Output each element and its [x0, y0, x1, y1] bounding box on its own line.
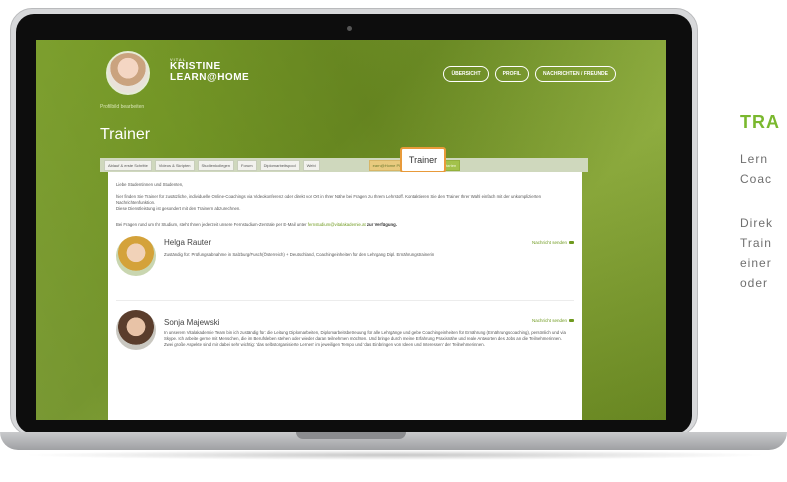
laptop-screen: Profilbild bearbeiten VITAL KRISTINE LEA… [36, 40, 666, 420]
trainer-name-helga: Helga Rauter [164, 238, 212, 247]
intro-text-1: hier finden Sie Trainer für zusätzliche,… [116, 194, 542, 206]
trainer-photo-sonja [116, 310, 156, 350]
tab-bar: Ablauf & erste Schritte Videos & Skripte… [100, 158, 588, 172]
send-message-sonja[interactable]: Nachricht senden [532, 318, 574, 323]
side-heading: TRA [740, 112, 780, 132]
nav-overview-button[interactable]: ÜBERSICHT [443, 66, 489, 82]
laptop-notch [296, 432, 406, 439]
trainer-name-sonja: Sonja Majewski [164, 318, 220, 327]
intro-contact-pre: Bei Fragen rund um Ihr Studium, steht Ih… [116, 222, 307, 227]
send-message-label: Nachricht senden [531, 318, 567, 323]
trainer-description-sonja: In unserem Vitalakademie Team bin ich zu… [164, 330, 566, 348]
side-text-line: einer [740, 256, 772, 270]
tab-diplomarbeitspool[interactable]: Diplomarbeitspool [259, 159, 300, 171]
message-icon [569, 319, 574, 322]
laptop-shadow [20, 450, 770, 460]
tab-trainer-active[interactable]: Trainer [400, 147, 446, 173]
contact-email-link[interactable]: fernstudium@vitalakademie.at [308, 222, 366, 227]
side-text-line: Lern [740, 152, 769, 166]
send-message-label: Nachricht senden [531, 240, 567, 245]
camera-icon [347, 26, 352, 31]
content-panel: Liebe Studentinnen und Studenten, hier f… [108, 172, 582, 420]
intro-contact-post: zur Verfügung. [366, 222, 397, 227]
intro-paragraph: hier finden Sie Trainer für zusätzliche,… [116, 194, 574, 213]
intro-greeting: Liebe Studentinnen und Studenten, [116, 182, 184, 187]
side-text-line: Coac [740, 172, 773, 186]
message-icon [569, 241, 574, 244]
intro-contact: Bei Fragen rund um Ihr Studium, steht Ih… [116, 222, 574, 228]
marketing-stage: Profilbild bearbeiten VITAL KRISTINE LEA… [0, 0, 787, 482]
side-text-line: Direk [740, 216, 774, 230]
tab-webinare[interactable]: Webi [302, 159, 320, 171]
nav-profile-button[interactable]: PROFIL [494, 66, 529, 82]
trainer-divider [116, 300, 574, 301]
tab-forum[interactable]: Forum [237, 159, 257, 171]
tab-ablauf[interactable]: Ablauf & erste Schritte [104, 159, 152, 171]
profile-edit-link[interactable]: Profilbild bearbeiten [100, 104, 144, 110]
tab-studienkollegen[interactable]: Studienkollegen [197, 159, 234, 171]
page-title: Trainer [100, 126, 151, 143]
trainer-description-helga: Zuständig für: Prüfungsabnahme in Salzbu… [164, 252, 435, 257]
avatar[interactable] [106, 51, 150, 95]
logo-line-2: LEARN@HOME [170, 71, 250, 83]
trainer-photo-helga [116, 236, 156, 276]
tab-videos[interactable]: Videos & Skripten [154, 159, 195, 171]
side-text-line: Train [740, 236, 772, 250]
intro-text-2: Diese Dienstleistung ist gesondert mit d… [116, 206, 241, 212]
send-message-helga[interactable]: Nachricht senden [532, 240, 574, 245]
brand-logo[interactable]: VITAL KRISTINE LEARN@HOME [170, 57, 250, 83]
side-text-line: oder [740, 276, 769, 290]
nav-messages-button[interactable]: NACHRICHTEN / FREUNDE [535, 66, 616, 82]
main-nav: ÜBERSICHT PROFIL NACHRICHTEN / FREUNDE [443, 66, 616, 82]
